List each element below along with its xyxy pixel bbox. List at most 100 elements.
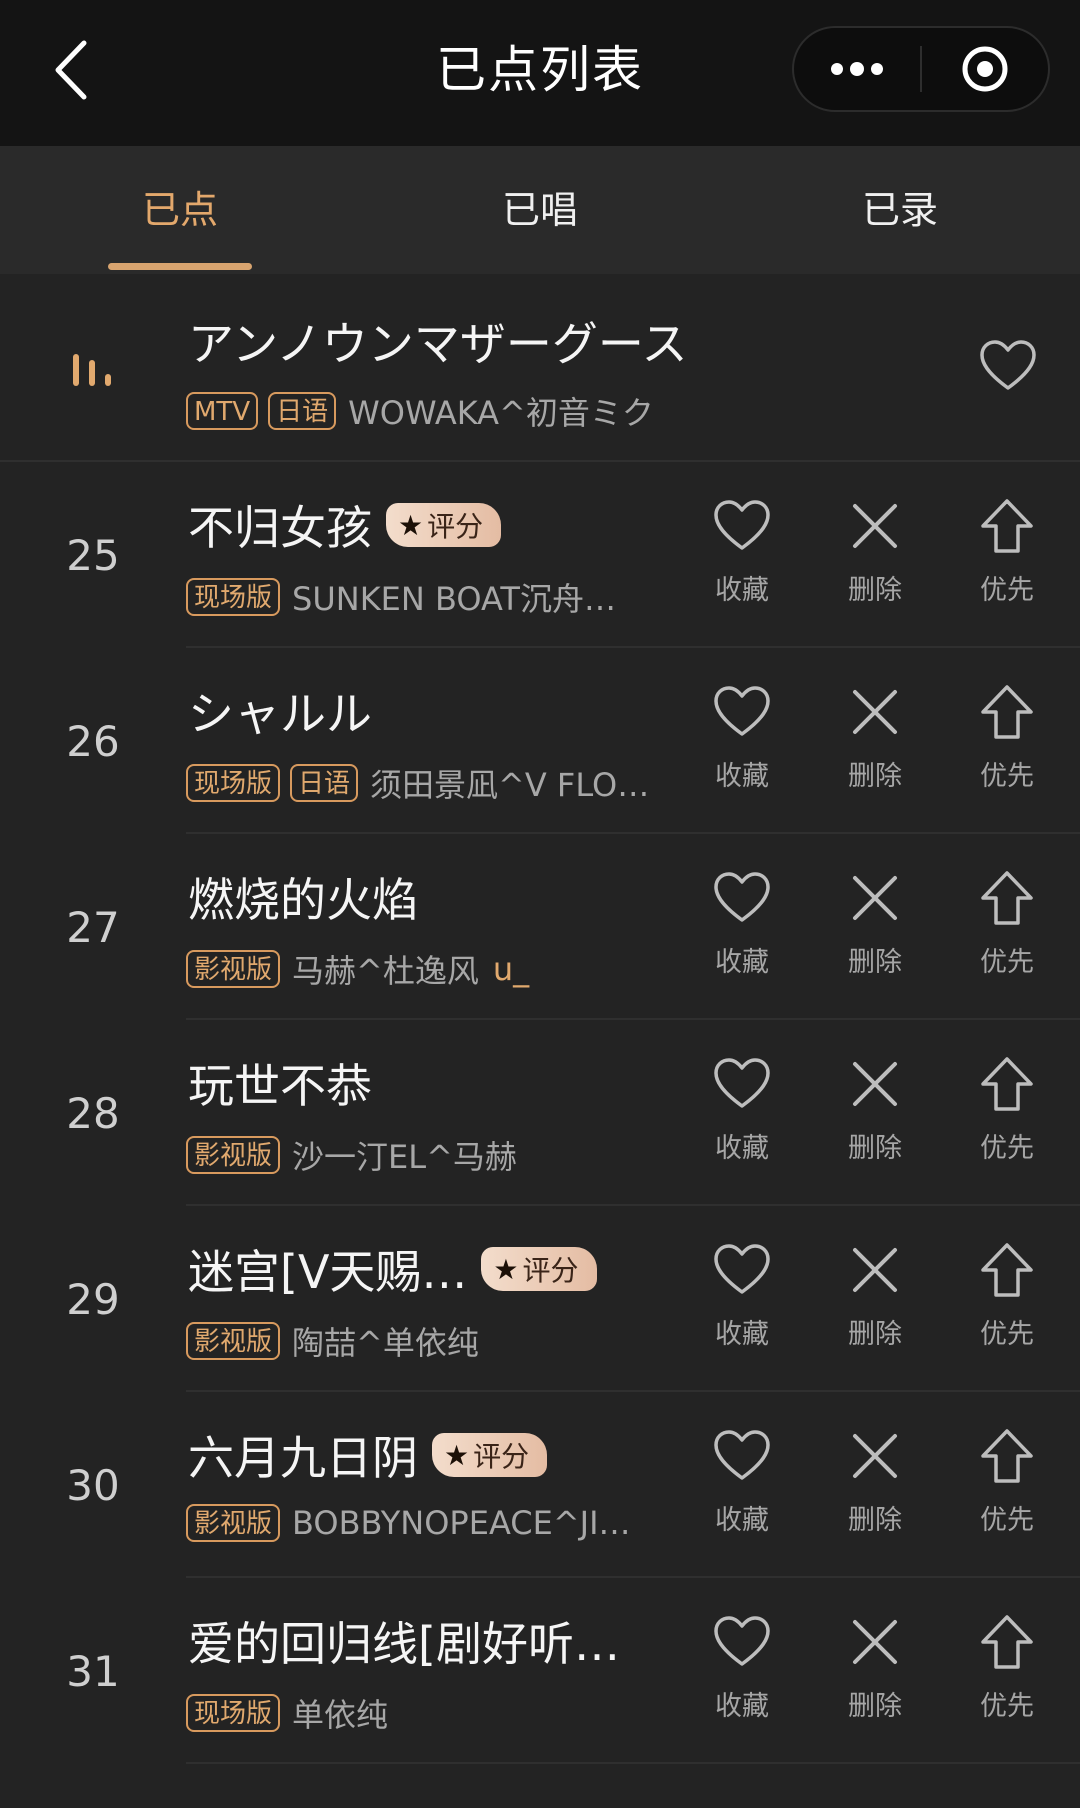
tab-active-indicator <box>108 263 252 270</box>
priority-button[interactable]: 优先 <box>952 1612 1062 1732</box>
singer-name: BOBBYNOPEACE^JI… <box>292 1504 631 1542</box>
delete-button[interactable]: 删除 <box>820 496 930 616</box>
tab-recorded[interactable]: 已录 <box>720 146 1080 274</box>
song-row[interactable]: 29 迷宫[V天赐… ★ 评分 影视版 陶喆^单依纯 收藏 删除 优先 <box>0 1206 1080 1392</box>
equalizer-icon <box>73 354 111 386</box>
singer-name: 马赫^杜逸风 <box>292 952 479 990</box>
delete-button[interactable]: 删除 <box>820 1612 930 1732</box>
favorite-button[interactable]: 收藏 <box>687 1612 797 1732</box>
song-meta: 影视版 陶喆^单依纯 <box>186 1318 479 1364</box>
playing-indicator <box>40 274 146 462</box>
queue-index: 27 <box>66 902 120 952</box>
favorite-button[interactable]: 收藏 <box>687 682 797 802</box>
row-actions: 收藏 删除 优先 <box>0 648 1080 834</box>
priority-label: 优先 <box>980 575 1034 606</box>
delete-label: 删除 <box>848 947 902 978</box>
song-meta: 现场版 日语 须田景凪^V FLO… <box>186 760 649 806</box>
score-label: 评分 <box>522 1254 579 1287</box>
favorite-button[interactable]: 收藏 <box>687 1054 797 1174</box>
favorite-label: 收藏 <box>715 575 769 606</box>
tab-sung[interactable]: 已唱 <box>360 146 720 274</box>
queue-index: 28 <box>66 1088 120 1138</box>
mini-program-capsule <box>792 26 1050 112</box>
score-badge[interactable]: ★ 评分 <box>432 1433 548 1477</box>
favorite-button[interactable]: 收藏 <box>687 496 797 616</box>
queue-index: 30 <box>66 1460 120 1510</box>
tab-label: 已唱 <box>501 188 578 232</box>
close-icon <box>853 1620 897 1664</box>
queue-index: 25 <box>66 530 120 580</box>
favorite-label: 收藏 <box>715 947 769 978</box>
priority-button[interactable]: 优先 <box>952 1240 1062 1360</box>
heart-icon <box>714 1058 770 1108</box>
favorite-label: 收藏 <box>715 1691 769 1722</box>
heart-icon <box>714 686 770 736</box>
now-playing-row[interactable]: アンノウンマザーグース MTV 日语 WOWAKA^初音ミク <box>0 274 1080 462</box>
arrow-up-icon <box>981 871 1033 925</box>
song-title: 不归女孩 <box>188 501 372 555</box>
close-icon <box>853 690 897 734</box>
version-tag: 现场版 <box>186 764 281 802</box>
priority-label: 优先 <box>980 761 1034 792</box>
delete-button[interactable]: 删除 <box>820 1426 930 1546</box>
more-dots-icon <box>831 62 883 76</box>
song-row[interactable]: 28 玩世不恭 影视版 沙一汀EL^马赫 收藏 删除 优先 <box>0 1020 1080 1206</box>
delete-label: 删除 <box>848 1505 902 1536</box>
priority-button[interactable]: 优先 <box>952 868 1062 988</box>
song-title-wrap: 迷宫[V天赐… ★ 评分 <box>188 1236 597 1302</box>
delete-button[interactable]: 删除 <box>820 1054 930 1174</box>
singer-name: 须田景凪^V FLO… <box>370 766 650 804</box>
song-row[interactable]: 25 不归女孩 ★ 评分现场版 SUNKEN BOAT沉舟… 收藏 删除 优先 <box>0 462 1080 648</box>
delete-label: 删除 <box>848 761 902 792</box>
target-circle-icon <box>962 46 1008 92</box>
score-badge[interactable]: ★ 评分 <box>481 1247 597 1291</box>
tab-label: 已录 <box>861 188 938 232</box>
priority-button[interactable]: 优先 <box>952 682 1062 802</box>
delete-label: 删除 <box>848 575 902 606</box>
singer-name: 陶喆^单依纯 <box>292 1324 479 1362</box>
delete-button[interactable]: 删除 <box>820 682 930 802</box>
song-meta: 影视版 沙一汀EL^马赫 <box>186 1132 517 1178</box>
song-row[interactable]: 30 六月九日阴 ★ 评分 影视版 BOBBYNOPEACE^JI… 收藏 删除 优先 <box>0 1392 1080 1578</box>
close-miniprogram-button[interactable] <box>922 28 1048 110</box>
priority-button[interactable]: 优先 <box>952 1054 1062 1174</box>
song-title-wrap: 爱的回归线[剧好听… <box>188 1608 620 1674</box>
arrow-up-icon <box>981 499 1033 553</box>
singer-name: SUNKEN BOAT沉舟… <box>292 580 616 618</box>
priority-button[interactable]: 优先 <box>952 496 1062 616</box>
tab-ordered[interactable]: 已点 <box>0 146 360 274</box>
delete-button[interactable]: 删除 <box>820 868 930 988</box>
song-title: 迷宫[V天赐… <box>188 1245 468 1299</box>
heart-icon <box>714 1244 770 1294</box>
song-row[interactable]: 26 シャルル 现场版 日语 须田景凪^V FLO… 收藏 删除 优先 <box>0 648 1080 834</box>
song-title: 六月九日阴 <box>188 1431 418 1485</box>
song-title-wrap: 不归女孩 ★ 评分 <box>188 492 502 558</box>
arrow-up-icon <box>981 1429 1033 1483</box>
favorite-button[interactable]: 收藏 <box>687 868 797 988</box>
heart-icon <box>714 1616 770 1666</box>
close-icon <box>853 1434 897 1478</box>
score-badge[interactable]: ★ 评分 <box>386 503 502 547</box>
song-row[interactable]: 27 燃烧的火焰 影视版 马赫^杜逸风 u_ 收藏 删除 优先 <box>0 834 1080 1020</box>
top-bar: 已点列表 <box>0 0 1080 146</box>
close-icon <box>853 504 897 548</box>
more-button[interactable] <box>794 28 920 110</box>
priority-button[interactable]: 优先 <box>952 1426 1062 1546</box>
delete-button[interactable]: 删除 <box>820 1240 930 1360</box>
back-button[interactable] <box>40 34 104 106</box>
song-title-wrap: 六月九日阴 ★ 评分 <box>188 1422 548 1488</box>
heart-icon <box>714 500 770 550</box>
arrow-up-icon <box>981 1615 1033 1669</box>
song-meta: MTV 日语 WOWAKA^初音ミク <box>186 388 654 434</box>
favorite-button[interactable]: 收藏 <box>687 1426 797 1546</box>
favorite-button[interactable]: 收藏 <box>687 1240 797 1360</box>
priority-label: 优先 <box>980 1319 1034 1350</box>
close-icon <box>853 876 897 920</box>
song-row[interactable]: 31 爱的回归线[剧好听… 现场版 单依纯 收藏 删除 优先 <box>0 1578 1080 1764</box>
heart-icon[interactable] <box>978 336 1038 396</box>
heart-icon <box>714 1430 770 1480</box>
song-title: 燃烧的火焰 <box>188 873 418 927</box>
queued-songs: 25 不归女孩 ★ 评分 现场版 SUNKEN BOAT沉舟… 收藏 删除 优先 26 シャルル 现场… <box>0 462 1080 1764</box>
song-meta: 现场版 SUNKEN BOAT沉舟… <box>186 574 616 620</box>
star-icon: ★ <box>493 1252 519 1286</box>
